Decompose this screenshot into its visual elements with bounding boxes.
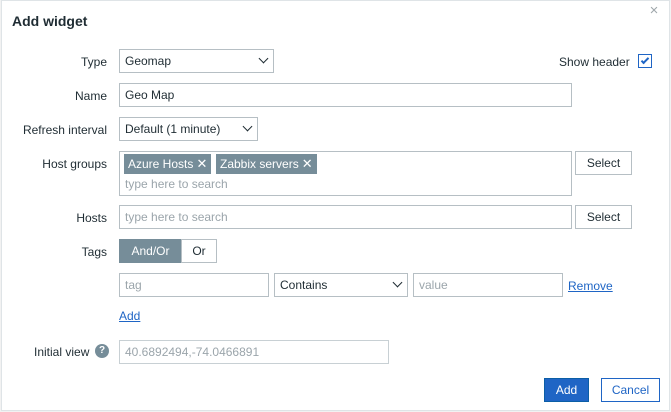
show-header-label: Show header xyxy=(559,55,630,69)
hosts-search-input[interactable]: type here to search xyxy=(119,205,572,229)
checkmark-icon xyxy=(640,55,650,65)
tag-add-link[interactable]: Add xyxy=(119,309,140,323)
refresh-interval-value: Default (1 minute) xyxy=(125,122,221,136)
host-group-chip-label: Zabbix servers xyxy=(220,157,299,171)
refresh-interval-label: Refresh interval xyxy=(22,123,107,137)
tags-label: Tags xyxy=(81,245,107,259)
tag-name-input[interactable]: tag xyxy=(119,273,269,297)
host-groups-label: Host groups xyxy=(42,157,107,171)
tag-condition-select[interactable]: Contains xyxy=(274,273,408,297)
initial-view-input[interactable]: 40.6892494,-74.0466891 xyxy=(119,340,389,364)
add-button[interactable]: Add xyxy=(544,378,589,402)
tags-and-or-toggle[interactable]: And/Or xyxy=(119,239,182,263)
hosts-select-button[interactable]: Select xyxy=(575,205,632,229)
show-header-checkbox[interactable] xyxy=(638,54,652,68)
type-select-value: Geomap xyxy=(125,54,172,68)
close-icon[interactable]: × xyxy=(647,3,661,18)
type-select[interactable]: Geomap xyxy=(119,49,274,73)
remove-chip-icon[interactable]: ✕ xyxy=(302,154,313,174)
dialog-title: Add widget xyxy=(12,13,88,29)
tags-or-toggle[interactable]: Or xyxy=(181,239,217,263)
cancel-button[interactable]: Cancel xyxy=(601,378,660,402)
name-input[interactable]: Geo Map xyxy=(119,83,572,107)
remove-chip-icon[interactable]: ✕ xyxy=(196,154,207,174)
tag-remove-link[interactable]: Remove xyxy=(568,279,613,293)
chevron-down-icon xyxy=(242,121,253,132)
host-groups-search[interactable]: type here to search xyxy=(125,177,228,191)
host-group-chip: Azure Hosts ✕ xyxy=(124,154,212,174)
hosts-label: Hosts xyxy=(76,211,107,225)
host-groups-multiselect[interactable]: Azure Hosts ✕ Zabbix servers ✕ type here… xyxy=(119,151,572,196)
initial-view-label: Initial view xyxy=(34,345,90,359)
add-widget-dialog: Add widget × Type Geomap Show header Nam… xyxy=(1,0,670,411)
host-groups-select-button[interactable]: Select xyxy=(575,151,632,175)
host-group-chip-label: Azure Hosts xyxy=(128,157,194,171)
tag-condition-value: Contains xyxy=(280,278,328,292)
chevron-down-icon xyxy=(258,53,269,64)
chevron-down-icon xyxy=(392,277,403,288)
help-icon[interactable]: ? xyxy=(95,344,109,358)
refresh-interval-select[interactable]: Default (1 minute) xyxy=(119,117,258,141)
tag-value-input[interactable]: value xyxy=(413,273,563,297)
host-group-chip: Zabbix servers ✕ xyxy=(216,154,317,174)
type-label: Type xyxy=(80,55,107,69)
name-label: Name xyxy=(74,89,107,103)
